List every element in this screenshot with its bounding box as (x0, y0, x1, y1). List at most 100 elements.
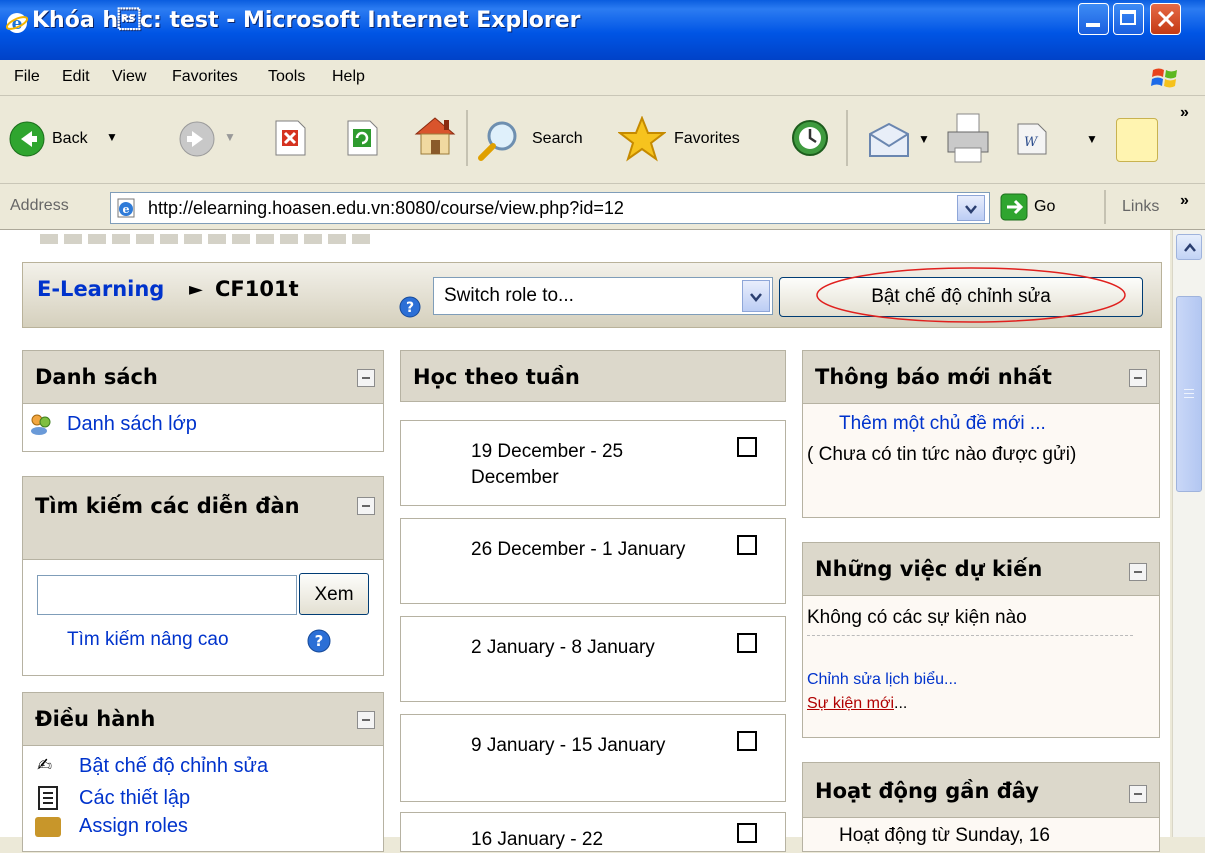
window-title: Khóa h c: test - Microsoft Internet Expl… (32, 8, 581, 33)
breadcrumb-course: CF101t (215, 277, 299, 301)
refresh-icon[interactable] (344, 118, 380, 158)
breadcrumb-home[interactable]: E-Learning (37, 277, 164, 301)
toolbar-separator (846, 110, 848, 166)
maximize-button[interactable] (1113, 3, 1144, 35)
search-forums-button-label: Xem (314, 584, 354, 605)
favorites-button[interactable]: Favorites (618, 116, 778, 162)
users-icon (31, 414, 51, 435)
standard-toolbar: Back ▼ ▼ Search Favorites ▼ W ▼ » (0, 96, 1205, 184)
week-section: 26 December - 1 January (400, 518, 786, 604)
scroll-thumb[interactable] (1176, 296, 1202, 492)
help-icon[interactable]: ? (399, 296, 421, 318)
stop-icon[interactable] (272, 118, 308, 158)
links-button[interactable]: Links (1122, 198, 1159, 216)
recent-activity-text: Hoạt động từ Sunday, 16 (839, 825, 1050, 846)
block-participants: Danh sách Danh sách lớp (22, 350, 384, 452)
admin-turn-editing-on-link[interactable]: Bật chế độ chỉnh sửa (79, 755, 268, 778)
star-icon (618, 116, 666, 162)
address-label: Address (10, 197, 69, 214)
toolbar-more-icon[interactable]: » (1180, 104, 1189, 122)
pencil-edit-icon: ✍ (37, 755, 53, 776)
collapse-icon[interactable] (357, 497, 375, 515)
block-latest-news: Thông báo mới nhất Thêm một chủ đề mới .… (802, 350, 1160, 518)
menu-favorites[interactable]: Favorites (172, 68, 238, 86)
svg-text:W: W (1024, 135, 1039, 150)
address-dropdown-button[interactable] (957, 195, 985, 221)
switch-role-select[interactable]: Switch role to... (433, 277, 773, 315)
new-event-link[interactable]: Sự kiện mới (807, 695, 894, 712)
windows-logo-icon (1151, 68, 1177, 88)
admin-settings-link[interactable]: Các thiết lập (79, 787, 190, 810)
week-dates: 16 January - 22 (471, 829, 604, 850)
week-section: 9 January - 15 January (400, 714, 786, 802)
search-forums-button[interactable]: Xem (299, 573, 369, 615)
block-title: Tìm kiếm các diễn đàn (35, 494, 300, 518)
collapse-icon[interactable] (357, 369, 375, 387)
block-header: Thông báo mới nhất (803, 351, 1159, 404)
collapse-icon[interactable] (1129, 785, 1147, 803)
page-icon: e (117, 198, 135, 218)
close-icon (1157, 10, 1175, 28)
week-checkbox[interactable] (737, 823, 757, 843)
search-icon (478, 121, 517, 161)
edit-with-word-button[interactable]: W ▼ (1010, 120, 1100, 160)
week-dates: 26 December - 1 January (471, 539, 686, 560)
block-header: Hoạt động gần đây (803, 763, 1159, 818)
search-button[interactable]: Search (476, 118, 606, 162)
switch-role-value: Switch role to... (444, 285, 574, 306)
edit-calendar-link[interactable]: Chỉnh sửa lịch biểu... (807, 671, 957, 689)
address-url: http://elearning.hoasen.edu.vn:8080/cour… (148, 198, 624, 218)
advanced-search-link[interactable]: Tìm kiếm nâng cao (67, 629, 229, 651)
close-button[interactable] (1150, 3, 1181, 35)
go-arrow-icon (1000, 193, 1028, 221)
back-button[interactable]: Back ▼ (8, 118, 163, 162)
week-checkbox[interactable] (737, 731, 757, 751)
search-forums-input[interactable] (37, 575, 297, 615)
block-header: Tìm kiếm các diễn đàn (23, 477, 383, 560)
week-checkbox[interactable] (737, 535, 757, 555)
week-dates: 19 December - 25 December (471, 441, 624, 488)
home-icon[interactable] (410, 112, 460, 160)
new-event-suffix: ... (894, 695, 908, 712)
word-document-icon: W (1017, 123, 1047, 155)
menu-view[interactable]: View (112, 68, 146, 86)
menu-edit[interactable]: Edit (62, 68, 90, 86)
forward-button[interactable]: ▼ (178, 118, 238, 162)
chevron-down-icon (965, 205, 977, 214)
collapse-icon[interactable] (357, 711, 375, 729)
collapse-icon[interactable] (1129, 563, 1147, 581)
weekly-outline-title: Học theo tuần (413, 365, 580, 389)
print-icon[interactable] (944, 112, 992, 164)
mail-button[interactable]: ▼ (864, 120, 934, 160)
minimize-button[interactable] (1078, 3, 1109, 35)
edit-dropdown-arrow-icon[interactable]: ▼ (1086, 132, 1098, 146)
week-checkbox[interactable] (737, 633, 757, 653)
favorites-label: Favorites (674, 130, 740, 147)
menu-tools[interactable]: Tools (268, 68, 305, 86)
go-button[interactable]: Go (1000, 192, 1076, 222)
vertical-scrollbar[interactable] (1172, 230, 1205, 837)
block-header: Danh sách (23, 351, 383, 404)
help-icon[interactable]: ? (307, 629, 331, 653)
admin-assign-roles-link[interactable]: Assign roles (79, 815, 188, 838)
block-title: Hoạt động gần đây (815, 779, 1039, 803)
collapse-icon[interactable] (1129, 369, 1147, 387)
switch-role-dropdown-button[interactable] (742, 280, 770, 312)
links-more-icon[interactable]: » (1180, 192, 1189, 210)
mail-dropdown-arrow-icon[interactable]: ▼ (918, 132, 930, 146)
note-button[interactable] (1116, 118, 1158, 162)
scroll-up-button[interactable] (1176, 234, 1202, 260)
menu-file[interactable]: File (14, 68, 40, 86)
forward-dropdown-arrow-icon[interactable]: ▼ (224, 130, 236, 144)
block-administration: Điều hành ✍ Bật chế độ chỉnh sửa Các thi… (22, 692, 384, 852)
week-section: 19 December - 25 December (400, 420, 786, 506)
block-search-forums: Tìm kiếm các diễn đàn Xem Tìm kiếm nâng … (22, 476, 384, 676)
class-list-link[interactable]: Danh sách lớp (67, 413, 197, 436)
add-topic-link[interactable]: Thêm một chủ đề mới ... (839, 413, 1046, 435)
history-icon[interactable] (790, 118, 830, 158)
week-checkbox[interactable] (737, 437, 757, 457)
menu-help[interactable]: Help (332, 68, 365, 86)
cutoff-header-banner (40, 234, 370, 244)
week-dates: 9 January - 15 January (471, 735, 666, 756)
back-dropdown-arrow-icon[interactable]: ▼ (106, 130, 118, 144)
